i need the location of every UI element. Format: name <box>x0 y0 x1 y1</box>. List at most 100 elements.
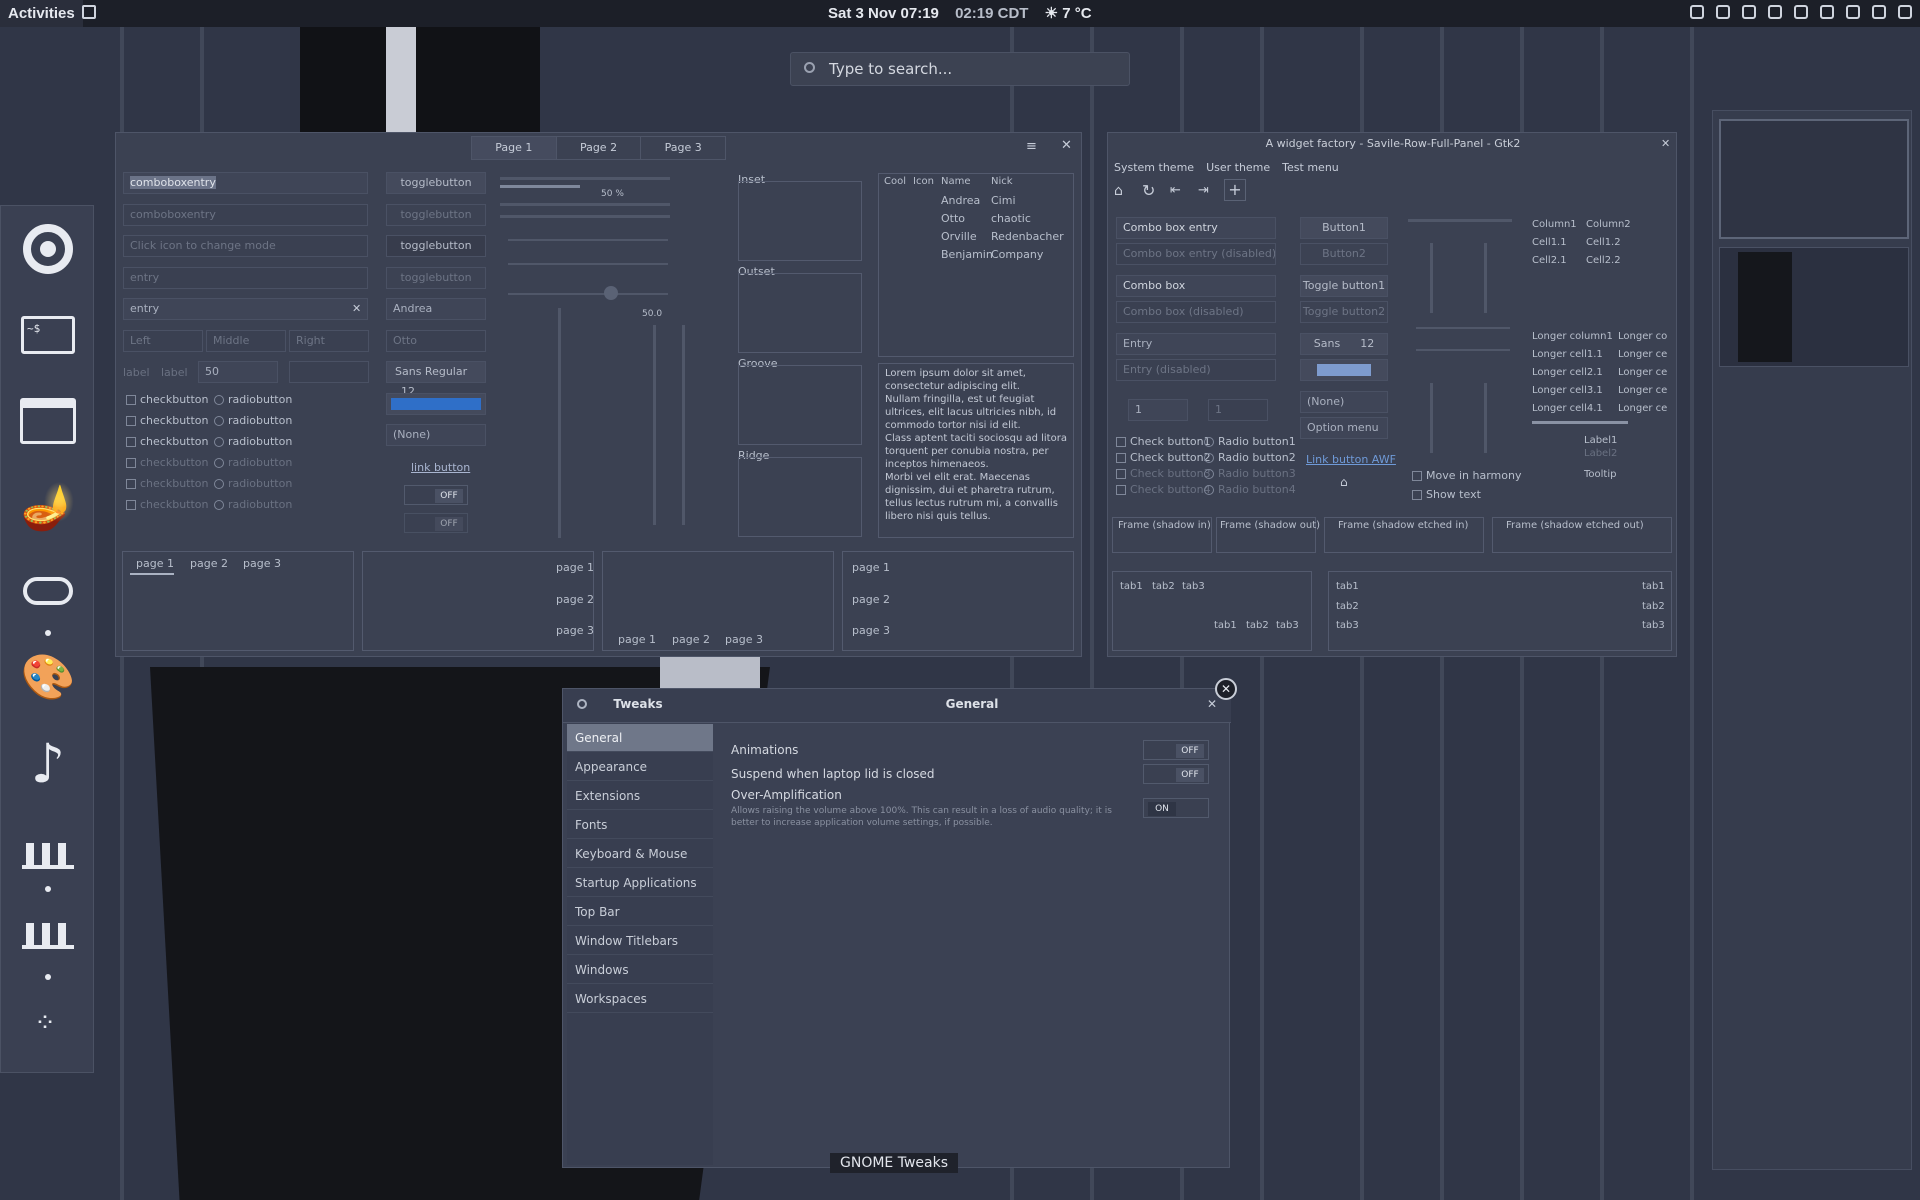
long-cell[interactable]: Longer cell4.1 <box>1532 403 1603 414</box>
combo-box-entry[interactable]: Combo box entry <box>1116 217 1276 239</box>
app-menu-icon[interactable] <box>82 5 96 19</box>
sidebar-item-keyboard-mouse[interactable]: Keyboard & Mouse <box>567 840 713 868</box>
sidebar-item-window-titlebars[interactable]: Window Titlebars <box>567 927 713 955</box>
h-scrollbar[interactable] <box>1532 421 1628 424</box>
widget-factory-2-icon[interactable] <box>17 898 79 960</box>
sidebar-item-windows[interactable]: Windows <box>567 956 713 984</box>
back-icon[interactable]: ⇤ <box>1170 183 1181 198</box>
sidebar-item-workspaces[interactable]: Workspaces <box>567 985 713 1013</box>
widget-factory-icon[interactable] <box>17 818 79 880</box>
move-in-harmony-check[interactable]: Move in harmony <box>1412 469 1522 482</box>
text-view[interactable]: Lorem ipsum dolor sit amet, consectetur … <box>878 363 1074 538</box>
h-slider-1[interactable] <box>508 239 668 241</box>
wifi-icon[interactable] <box>1820 5 1834 19</box>
sidebar-item-appearance[interactable]: Appearance <box>567 753 713 781</box>
tab2[interactable]: tab2 <box>1246 620 1269 631</box>
search-input[interactable]: Type to search... <box>790 52 1130 86</box>
menu-system-theme[interactable]: System theme <box>1114 161 1194 174</box>
tab3[interactable]: tab3 <box>1182 581 1205 592</box>
tab3[interactable]: tab3 <box>1642 620 1665 631</box>
tree-row-nick[interactable]: Cimi <box>991 194 1016 207</box>
nb-top-tab-2[interactable]: page 2 <box>190 557 228 570</box>
dropbox-icon[interactable] <box>1716 5 1730 19</box>
tree-header-cool[interactable]: Cool <box>884 176 906 187</box>
switch-off-1[interactable]: OFF <box>404 485 468 505</box>
radiobutton-2[interactable]: radiobutton <box>214 414 292 427</box>
font-button[interactable]: Sans Regular 12 <box>386 361 486 398</box>
add-icon[interactable]: + <box>1224 179 1246 201</box>
sidebar-item-fonts[interactable]: Fonts <box>567 811 713 839</box>
font-button[interactable]: Sans 12 <box>1300 333 1388 355</box>
cell[interactable]: Cell1.2 <box>1586 237 1621 248</box>
tree-header-icon[interactable]: Icon <box>913 176 934 187</box>
align-right-combo[interactable]: Right <box>289 330 369 352</box>
radio-button-2[interactable]: Radio button2 <box>1204 451 1296 464</box>
paint-palette-icon[interactable]: 🎨 <box>17 646 79 708</box>
tab3[interactable]: tab3 <box>1276 620 1299 631</box>
over-amplification-switch[interactable]: ON <box>1143 798 1209 818</box>
menu-user-theme[interactable]: User theme <box>1206 161 1270 174</box>
checkbutton-3[interactable]: checkbutton <box>126 435 209 448</box>
tree-header-nick[interactable]: Nick <box>991 176 1013 187</box>
nb-left-tab-3[interactable]: page 3 <box>852 624 890 637</box>
nb-top-tab-1[interactable]: page 1 <box>136 557 174 570</box>
show-text-check[interactable]: Show text <box>1412 488 1481 501</box>
tree-row-name[interactable]: Otto <box>941 212 965 225</box>
close-icon[interactable]: ✕ <box>1207 697 1217 711</box>
v-slider-2[interactable] <box>653 325 656 525</box>
nb-right-tab-3[interactable]: page 3 <box>556 624 594 637</box>
mail-icon[interactable] <box>1742 5 1756 19</box>
combo-box[interactable]: Combo box <box>1116 275 1276 297</box>
nb-top-tab-3[interactable]: page 3 <box>243 557 281 570</box>
checkbutton-1[interactable]: checkbutton <box>126 393 209 406</box>
tab1[interactable]: tab1 <box>1336 581 1359 592</box>
activities-button[interactable]: Activities <box>0 0 83 27</box>
tab1[interactable]: tab1 <box>1214 620 1237 631</box>
radiobutton-3[interactable]: radiobutton <box>214 435 292 448</box>
display-icon[interactable] <box>1794 5 1808 19</box>
terminal-icon[interactable]: ~$ <box>17 304 79 366</box>
sidebar-item-top-bar[interactable]: Top Bar <box>567 898 713 926</box>
close-window-icon[interactable]: ✕ <box>1215 678 1237 700</box>
color-button[interactable] <box>1300 359 1388 381</box>
sidebar-item-extensions[interactable]: Extensions <box>567 782 713 810</box>
togglebutton-1[interactable]: togglebutton <box>386 172 486 194</box>
notification-bell-icon[interactable] <box>1846 5 1860 19</box>
caffeine-icon[interactable] <box>1768 5 1782 19</box>
forward-icon[interactable]: ⇥ <box>1198 183 1209 198</box>
cell[interactable]: Cell2.1 <box>1532 255 1567 266</box>
tab3[interactable]: tab3 <box>1336 620 1359 631</box>
entry-placeholder[interactable]: entry <box>123 267 368 289</box>
workspace-thumbnail-2[interactable] <box>1719 247 1909 367</box>
nb-bottom-tab-1[interactable]: page 1 <box>618 633 656 646</box>
long-cell[interactable]: Longer cell1.1 <box>1532 349 1603 360</box>
tab2[interactable]: tab2 <box>1336 601 1359 612</box>
system-tray[interactable] <box>1690 5 1912 19</box>
checkbutton-2[interactable]: checkbutton <box>126 414 209 427</box>
h-slider-2[interactable] <box>508 263 668 265</box>
column-2-header[interactable]: Column2 <box>1586 219 1631 230</box>
tab-page-2[interactable]: Page 2 <box>555 137 641 159</box>
power-icon[interactable] <box>1898 5 1912 19</box>
clear-icon[interactable]: ✕ <box>352 302 361 315</box>
h-scale-2[interactable] <box>1416 349 1510 351</box>
button-1[interactable]: Button1 <box>1300 217 1388 239</box>
v-slider-3[interactable] <box>682 325 685 525</box>
nb-right-tab-2[interactable]: page 2 <box>556 593 594 606</box>
menu-icon[interactable]: ≡ <box>1026 139 1037 154</box>
long-cell[interactable]: Longer ce <box>1618 385 1667 396</box>
close-icon[interactable]: ✕ <box>1661 137 1670 150</box>
long-column-2-header[interactable]: Longer co <box>1618 331 1667 342</box>
nb-bottom-tab-2[interactable]: page 2 <box>672 633 710 646</box>
music-note-icon[interactable]: ♪ <box>17 732 79 795</box>
tree-header-name[interactable]: Name <box>941 176 971 187</box>
sidebar-item-general[interactable]: General <box>567 724 713 752</box>
suspend-switch[interactable]: OFF <box>1143 764 1209 784</box>
cell[interactable]: Cell2.2 <box>1586 255 1621 266</box>
menu-test[interactable]: Test menu <box>1282 161 1339 174</box>
long-cell[interactable]: Longer ce <box>1618 367 1667 378</box>
long-cell[interactable]: Longer ce <box>1618 403 1667 414</box>
tree-row-name[interactable]: Andrea <box>941 194 980 207</box>
long-cell[interactable]: Longer cell2.1 <box>1532 367 1603 378</box>
tab1[interactable]: tab1 <box>1642 581 1665 592</box>
